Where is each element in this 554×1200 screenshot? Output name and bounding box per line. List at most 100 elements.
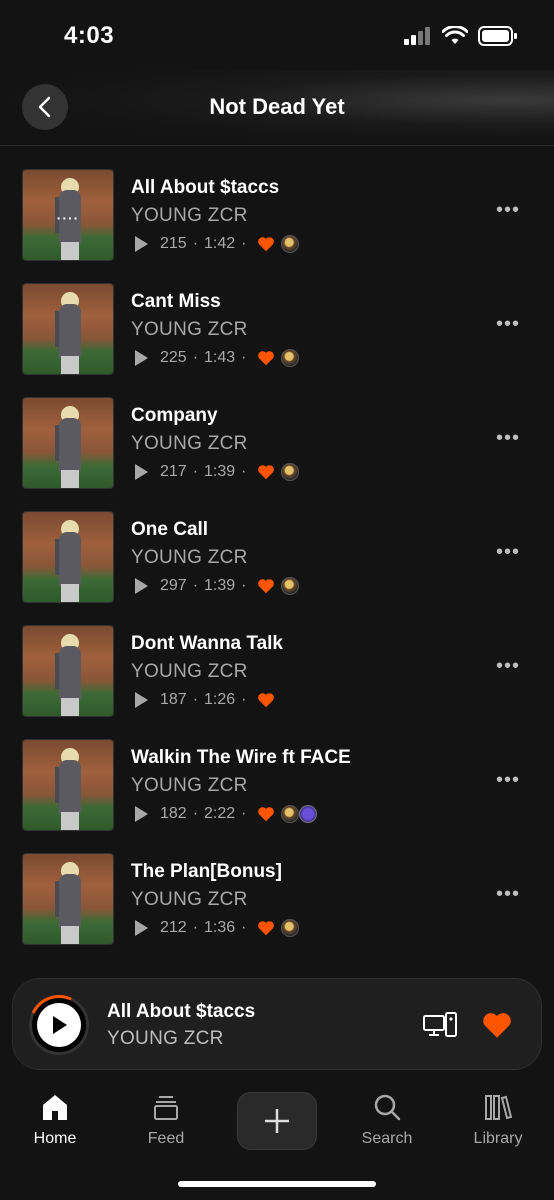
track-row[interactable]: Cant Miss YOUNG ZCR 225 · 1:43 · ••• [0,283,554,397]
track-duration: 1:39 [204,577,236,594]
play-count: 182 [160,805,187,822]
play-count-icon [135,920,148,936]
track-row[interactable]: The Plan[Bonus] YOUNG ZCR 212 · 1:36 · ••• [0,853,554,967]
track-meta: 212 · 1:36 · [135,919,299,937]
track-title: Cant Miss [131,291,221,312]
feed-icon [154,1096,178,1120]
play-count-icon [135,692,148,708]
liker-avatar [280,919,299,937]
mini-player-artist: YOUNG ZCR [107,1028,224,1049]
liked-heart-icon [257,465,274,480]
tab-home[interactable]: Home [10,1092,100,1148]
track-title: Walkin The Wire ft FACE [131,747,351,768]
track-duration: 2:22 [204,805,236,822]
liker-avatar [280,805,299,823]
track-artwork [22,625,114,717]
play-count: 215 [160,235,187,252]
track-duration: 1:39 [204,463,236,480]
track-artist[interactable]: YOUNG ZCR [131,661,248,683]
plus-icon [265,1109,289,1133]
home-icon [43,1095,67,1120]
track-meta: 187 · 1:26 · [135,691,275,709]
track-row[interactable]: Dont Wanna Talk YOUNG ZCR 187 · 1:26 · ••• [0,625,554,739]
play-count: 225 [160,349,187,366]
track-artwork [22,511,114,603]
tab-search-label: Search [361,1130,413,1147]
more-options-button[interactable]: ••• [496,884,520,904]
tab-search[interactable]: Search [342,1092,432,1148]
home-indicator[interactable] [178,1181,376,1187]
more-options-button[interactable]: ••• [496,200,520,220]
track-title: All About $taccs [131,177,280,198]
track-title: The Plan[Bonus] [131,861,282,882]
track-meta: 215 · 1:42 · [135,235,299,253]
search-icon [374,1094,401,1121]
page-title: Not Dead Yet [209,94,345,119]
track-duration: 1:36 [204,919,236,936]
more-options-button[interactable]: ••• [496,314,520,334]
liker-avatar [280,349,299,367]
track-row[interactable]: Walkin The Wire ft FACE YOUNG ZCR 182 · 2… [0,739,554,853]
track-artist[interactable]: YOUNG ZCR [131,433,248,455]
play-count: 297 [160,577,187,594]
liker-avatar [280,463,299,481]
liked-heart-icon [257,921,274,936]
track-row[interactable]: ···· All About $taccs YOUNG ZCR 215 · 1:4… [0,169,554,283]
track-artist[interactable]: YOUNG ZCR [131,205,248,227]
battery-icon [478,26,517,46]
liked-heart-icon [257,693,274,708]
track-duration: 1:26 [204,691,236,708]
liker-avatar [280,577,299,595]
more-options-button[interactable]: ••• [496,542,520,562]
play-count-icon [135,236,148,252]
liked-heart-icon [257,807,274,822]
like-heart-icon[interactable] [481,1011,513,1039]
now-playing-indicator: ···· [56,210,80,226]
track-artist[interactable]: YOUNG ZCR [131,547,248,569]
tab-library-label: Library [473,1130,523,1147]
play-count-icon [135,578,148,594]
track-artwork [22,283,114,375]
mini-player[interactable]: All About $taccs YOUNG ZCR [12,978,542,1070]
upload-button[interactable] [237,1092,317,1150]
track-duration: 1:42 [204,235,236,252]
track-artist[interactable]: YOUNG ZCR [131,775,248,797]
play-count-icon [135,806,148,822]
track-artwork: ···· [22,169,114,261]
mini-player-title: All About $taccs [107,1001,256,1022]
tab-feed[interactable]: Feed [121,1092,211,1148]
track-title: Company [131,405,218,426]
status-icons [404,26,518,46]
track-artist[interactable]: YOUNG ZCR [131,319,248,341]
more-options-button[interactable]: ••• [496,428,520,448]
more-options-button[interactable]: ••• [496,770,520,790]
play-count: 187 [160,691,187,708]
tab-library[interactable]: Library [453,1092,543,1148]
tab-feed-label: Feed [147,1130,185,1147]
more-options-button[interactable]: ••• [496,656,520,676]
liked-heart-icon [257,579,274,594]
liked-heart-icon [257,237,274,252]
track-artist[interactable]: YOUNG ZCR [131,889,248,911]
track-row[interactable]: Company YOUNG ZCR 217 · 1:39 · ••• [0,397,554,511]
cellular-signal-icon [404,27,430,45]
track-artwork [22,397,114,489]
track-meta: 225 · 1:43 · [135,349,299,367]
play-count-icon [135,350,148,366]
track-meta: 182 · 2:22 · [135,805,317,823]
tab-home-label: Home [33,1130,77,1147]
track-row[interactable]: One Call YOUNG ZCR 297 · 1:39 · ••• [0,511,554,625]
track-meta: 217 · 1:39 · [135,463,299,481]
cast-devices-icon[interactable] [423,1012,457,1038]
status-time: 4:03 [64,22,115,49]
track-title: One Call [131,519,209,540]
track-title: Dont Wanna Talk [131,633,283,654]
library-icon [485,1095,513,1120]
play-count-icon [135,464,148,480]
playback-progress-ring [20,986,98,1064]
liked-heart-icon [257,351,274,366]
play-count: 212 [160,919,187,936]
play-count: 217 [160,463,187,480]
track-artwork [22,739,114,831]
wifi-icon [442,26,468,44]
